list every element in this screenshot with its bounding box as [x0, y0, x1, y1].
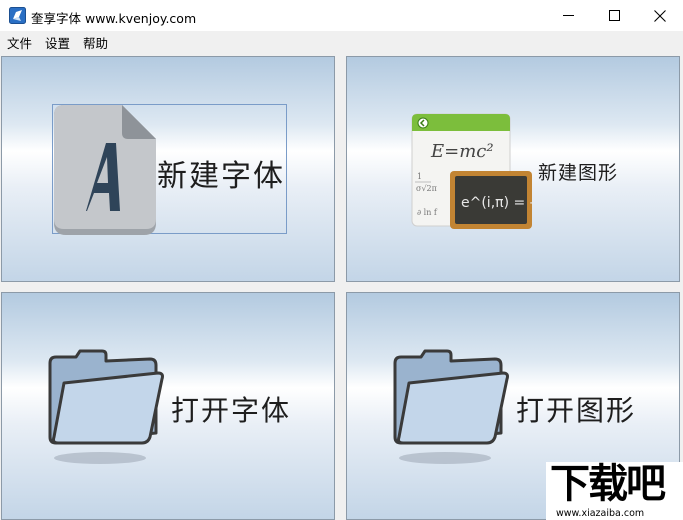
close-button[interactable]	[637, 0, 683, 31]
mass-energy-formula: E=mc²	[430, 141, 494, 162]
font-file-icon	[54, 105, 156, 235]
open-graphic-label: 打开图形	[516, 394, 637, 427]
open-font-tile[interactable]: 打开字体	[1, 292, 335, 520]
formula-decoration: σ√2π	[416, 184, 437, 193]
folder-icon	[393, 349, 509, 464]
menu-help[interactable]: 帮助	[79, 31, 112, 54]
maximize-button[interactable]	[591, 0, 637, 31]
window-title: 奎享字体 www.kvenjoy.com	[31, 11, 197, 26]
watermark-logo-text: 下载吧	[550, 461, 666, 507]
watermark-url: www.xiazaiba.com	[556, 508, 645, 519]
app-logo-icon	[9, 7, 26, 24]
minimize-icon	[562, 15, 574, 16]
math-formula-icon: E=mc² 1 σ√2π ∂ ln f e^(i,π) = -1	[411, 113, 533, 229]
close-icon	[654, 9, 666, 22]
menu-settings[interactable]: 设置	[41, 31, 74, 54]
folder-icon	[48, 349, 164, 464]
start-panel: 新建字体 E=mc² 1 σ√2π ∂ ln f e^(i,π) = -1 新建…	[0, 53, 683, 520]
title-bar: 奎享字体 www.kvenjoy.com	[0, 0, 683, 31]
formula-decoration: ∂ ln f	[417, 208, 438, 217]
site-watermark: 下载吧 www.xiazaiba.com	[546, 462, 683, 520]
euler-formula: e^(i,π) = -1	[461, 195, 533, 211]
menu-bar: 文件 设置 帮助	[0, 31, 683, 53]
formula-decoration: 1	[417, 172, 422, 181]
maximize-icon	[608, 10, 620, 21]
open-font-label: 打开字体	[171, 394, 292, 427]
menu-file[interactable]: 文件	[3, 31, 36, 54]
new-graphic-tile[interactable]: E=mc² 1 σ√2π ∂ ln f e^(i,π) = -1 新建图形	[346, 56, 680, 282]
new-graphic-label: 新建图形	[538, 162, 619, 184]
new-font-label: 新建字体	[157, 159, 285, 194]
minimize-button[interactable]	[545, 0, 591, 31]
new-font-tile[interactable]: 新建字体	[1, 56, 335, 282]
